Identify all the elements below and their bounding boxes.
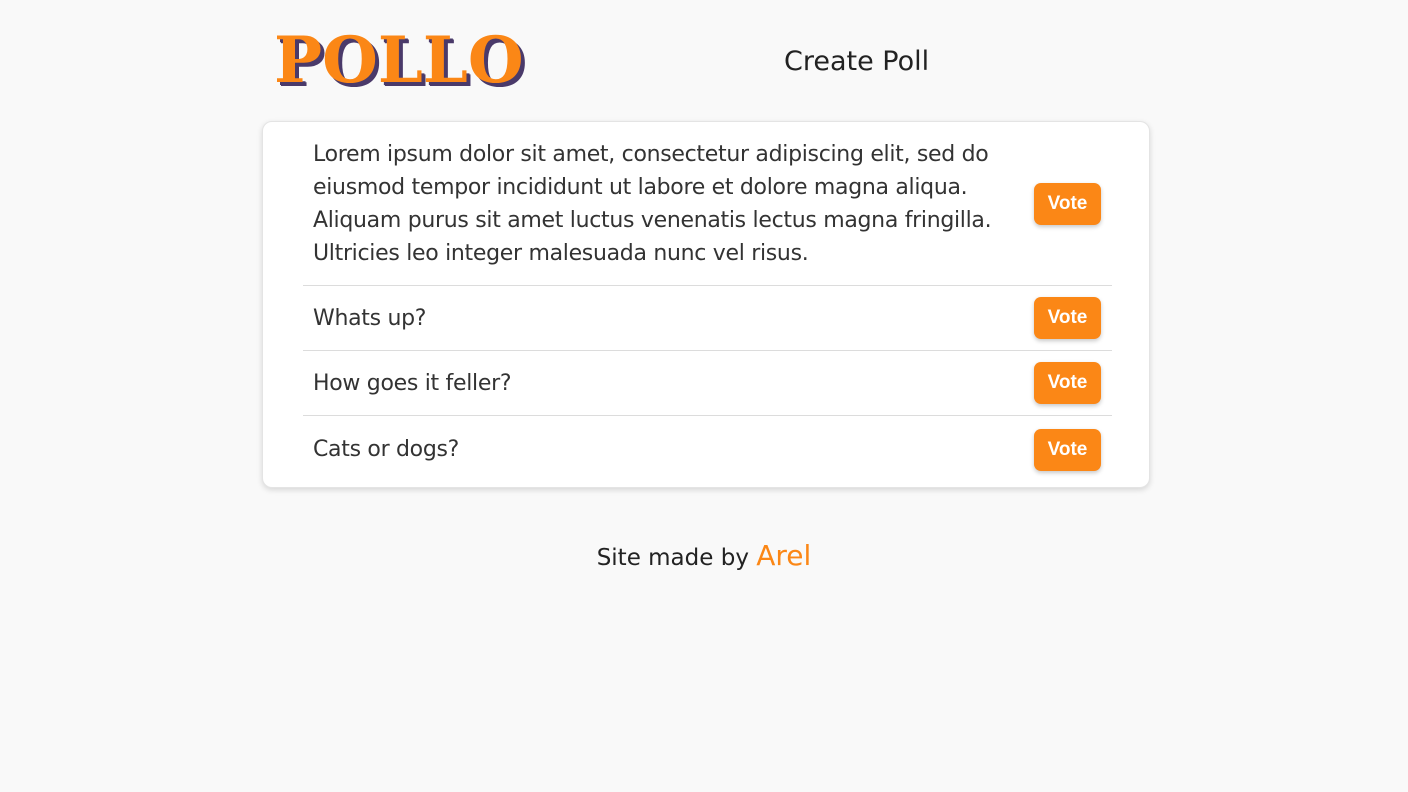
author-link[interactable]: Arel xyxy=(756,539,811,572)
vote-button[interactable]: Vote xyxy=(1034,297,1101,339)
poll-list: Lorem ipsum dolor sit amet, consectetur … xyxy=(303,122,1112,483)
poll-question: Lorem ipsum dolor sit amet, consectetur … xyxy=(313,141,992,266)
create-poll-link[interactable]: Create Poll xyxy=(784,44,929,80)
poll-item: How goes it feller? Vote xyxy=(303,351,1112,416)
site-header: POLLO Create Poll xyxy=(0,0,1408,120)
poll-question: How goes it feller? xyxy=(313,370,512,396)
vote-button[interactable]: Vote xyxy=(1034,362,1101,404)
poll-question: Whats up? xyxy=(313,305,427,331)
site-footer: Site made by Arel xyxy=(0,536,1408,578)
footer-credit-text: Site made by xyxy=(596,545,757,571)
vote-button[interactable]: Vote xyxy=(1034,182,1101,225)
poll-item: Lorem ipsum dolor sit amet, consectetur … xyxy=(303,122,1112,286)
poll-list-card: Lorem ipsum dolor sit amet, consectetur … xyxy=(262,121,1150,488)
logo[interactable]: POLLO xyxy=(274,22,524,100)
vote-button[interactable]: Vote xyxy=(1034,428,1101,471)
poll-item: Whats up? Vote xyxy=(303,286,1112,351)
poll-item: Cats or dogs? Vote xyxy=(303,416,1112,483)
poll-question: Cats or dogs? xyxy=(313,437,460,462)
